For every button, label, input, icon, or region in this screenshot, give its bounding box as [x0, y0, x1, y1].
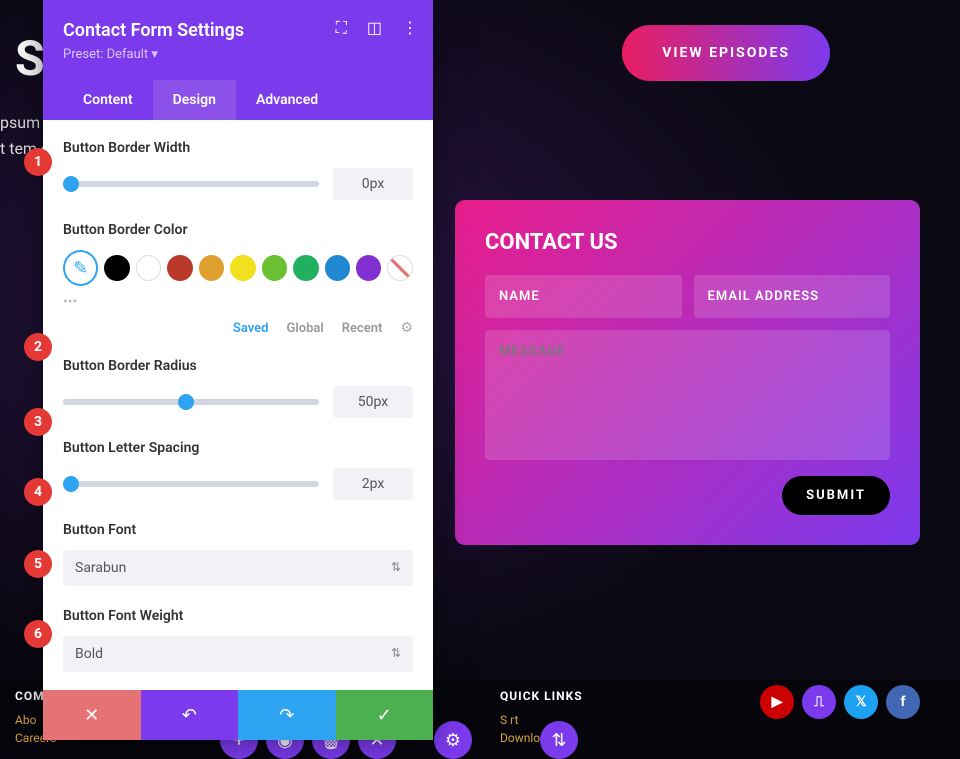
color-picker-icon[interactable]: ✎	[63, 250, 98, 286]
marker-1: 1	[24, 148, 52, 176]
marker-2: 2	[24, 333, 52, 361]
color-tab-global[interactable]: Global	[286, 321, 323, 336]
letter-spacing-label: Button Letter Spacing	[63, 440, 413, 456]
layout-icon[interactable]: ◫	[367, 18, 382, 38]
view-episodes-button[interactable]: VIEW EPISODES	[622, 25, 830, 81]
name-input[interactable]	[485, 275, 682, 318]
contact-form: CONTACT US SUBMIT	[455, 200, 920, 545]
gear-icon[interactable]: ⚙	[400, 320, 413, 336]
border-width-label: Button Border Width	[63, 140, 413, 156]
font-weight-label: Button Font Weight	[63, 608, 413, 624]
swatch-yellow[interactable]	[230, 255, 255, 281]
border-color-label: Button Border Color	[63, 222, 413, 238]
settings-icon[interactable]: ⚙	[434, 721, 472, 759]
submit-button[interactable]: SUBMIT	[782, 476, 890, 515]
color-tab-saved[interactable]: Saved	[233, 321, 269, 336]
cancel-button[interactable]: ✕	[43, 690, 141, 740]
marker-3: 3	[24, 408, 52, 436]
email-input[interactable]	[694, 275, 891, 318]
preset-selector[interactable]: Preset: Default ▾	[63, 47, 413, 62]
swatch-red[interactable]	[167, 255, 192, 281]
color-tab-recent[interactable]: Recent	[342, 321, 383, 336]
border-width-slider[interactable]	[63, 181, 319, 187]
border-radius-value[interactable]	[333, 386, 413, 418]
swatch-orange[interactable]	[199, 255, 224, 281]
swatch-blue[interactable]	[325, 255, 350, 281]
facebook-icon[interactable]: f	[886, 685, 920, 719]
border-width-value[interactable]	[333, 168, 413, 200]
swatch-green[interactable]	[262, 255, 287, 281]
redo-button[interactable]: ↷	[238, 690, 336, 740]
settings-panel: Contact Form Settings Preset: Default ▾ …	[43, 0, 433, 740]
border-radius-slider[interactable]	[63, 399, 319, 405]
marker-4: 4	[24, 478, 52, 506]
letter-spacing-value[interactable]	[333, 468, 413, 500]
marker-5: 5	[24, 550, 52, 578]
twitter-icon[interactable]: 𝕏	[844, 685, 878, 719]
swatch-teal[interactable]	[293, 255, 318, 281]
tab-content[interactable]: Content	[63, 80, 153, 120]
swatch-purple[interactable]	[356, 255, 381, 281]
contact-title: CONTACT US	[485, 230, 890, 255]
swatch-white[interactable]	[136, 255, 162, 281]
tab-advanced[interactable]: Advanced	[236, 80, 338, 120]
message-input[interactable]	[485, 330, 890, 460]
swatch-none[interactable]	[387, 255, 413, 281]
save-button[interactable]: ✓	[336, 690, 434, 740]
letter-spacing-slider[interactable]	[63, 481, 319, 487]
font-select[interactable]: Sarabun	[63, 550, 413, 586]
marker-6: 6	[24, 620, 52, 648]
expand-icon[interactable]: ⛶	[336, 18, 347, 38]
youtube-icon[interactable]: ▶	[760, 685, 794, 719]
sort-icon[interactable]: ⇅	[540, 721, 578, 759]
undo-button[interactable]: ↶	[141, 690, 239, 740]
twitch-icon[interactable]: ⎍	[802, 685, 836, 719]
swatch-black[interactable]	[104, 255, 129, 281]
border-radius-label: Button Border Radius	[63, 358, 413, 374]
font-weight-select[interactable]: Bold	[63, 636, 413, 672]
more-colors[interactable]: •••	[63, 294, 413, 310]
font-label: Button Font	[63, 522, 413, 538]
menu-icon[interactable]: ⋮	[402, 18, 418, 38]
tab-design[interactable]: Design	[153, 80, 236, 120]
